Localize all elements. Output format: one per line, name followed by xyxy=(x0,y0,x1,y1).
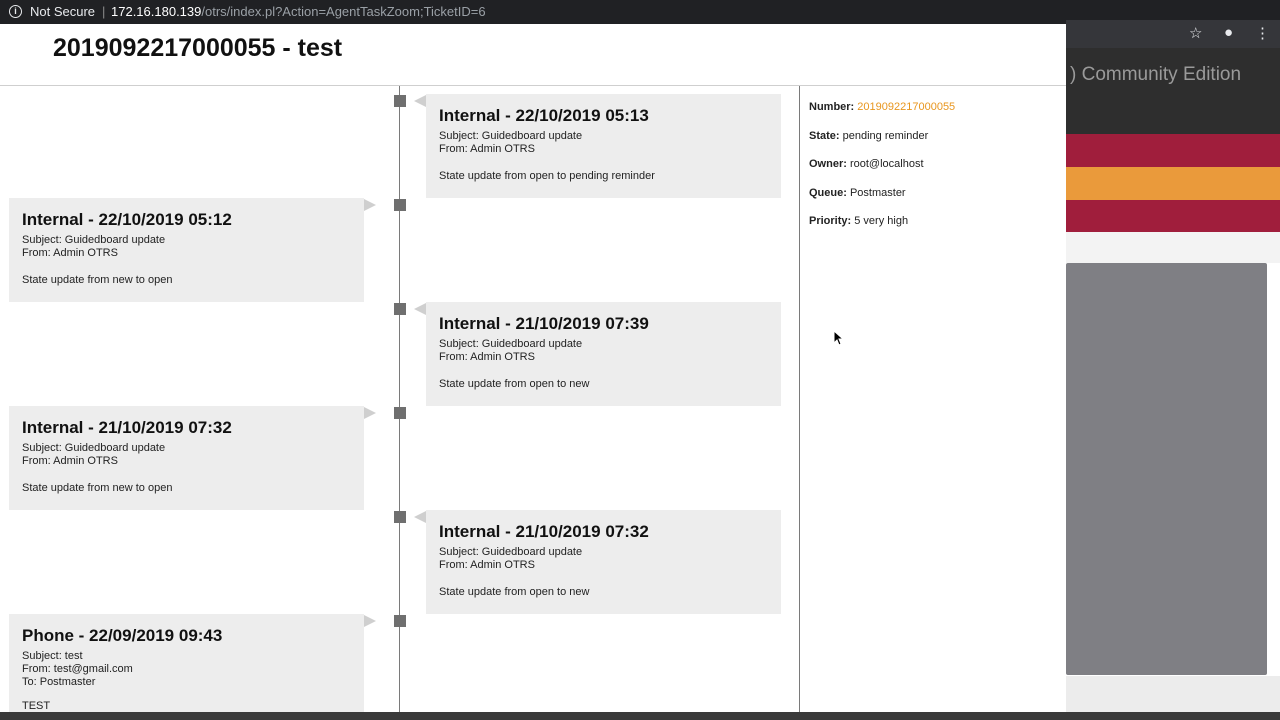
account-icon[interactable]: ● xyxy=(1224,24,1233,41)
item-subject: Subject: test xyxy=(22,650,83,662)
background-app-header xyxy=(1066,48,1280,134)
background-header-text: ) Community Edition xyxy=(1070,64,1242,85)
item-body: TEST xyxy=(22,700,51,712)
detail-number: Number: 2019092217000055 xyxy=(809,101,1066,130)
detail-label: Number: xyxy=(809,101,855,113)
item-subject: Subject: Guidedboard update xyxy=(439,338,583,350)
detail-label: State: xyxy=(809,129,840,142)
detail-label: Priority: xyxy=(809,215,852,227)
mouse-cursor-icon xyxy=(833,330,843,346)
item-from: From: Admin OTRS xyxy=(439,143,535,155)
card-pointer xyxy=(364,407,376,419)
item-from: From: test@gmail.com xyxy=(22,663,133,675)
timeline-node xyxy=(394,303,406,315)
item-title: Internal - 21/10/2019 07:39 xyxy=(439,314,649,333)
timeline-node xyxy=(394,199,406,211)
url-host: 172.16.180.139 xyxy=(111,4,202,19)
item-body: State update from new to open xyxy=(22,482,173,494)
timeline-item[interactable]: Internal - 21/10/2019 07:32 Subject: Gui… xyxy=(9,406,364,510)
timeline-node xyxy=(394,407,406,419)
card-pointer xyxy=(364,615,376,627)
detail-label: Owner: xyxy=(809,158,847,170)
popup-window: i Not Secure | 172.16.180.139/otrs/index… xyxy=(0,0,1066,712)
item-from: From: Admin OTRS xyxy=(439,351,535,363)
item-title: Internal - 21/10/2019 07:32 xyxy=(22,418,232,437)
ticket-header: 2019092217000055 - test xyxy=(0,24,1066,86)
timeline-node xyxy=(394,511,406,523)
star-icon[interactable]: ☆ xyxy=(1189,24,1202,42)
item-from: From: Admin OTRS xyxy=(439,559,535,571)
timeline-item[interactable]: Internal - 21/10/2019 07:39 Subject: Gui… xyxy=(426,302,781,406)
timeline-item[interactable]: Internal - 22/10/2019 05:12 Subject: Gui… xyxy=(9,198,364,302)
background-stripe-1 xyxy=(1066,134,1280,167)
background-toolbar xyxy=(1066,20,1280,48)
background-tabstrip xyxy=(1066,0,1280,20)
detail-queue: Queue: Postmaster xyxy=(809,187,1066,216)
ticket-timeline[interactable]: Internal - 22/10/2019 05:13 Subject: Gui… xyxy=(0,86,800,712)
item-body: State update from open to pending remind… xyxy=(439,170,655,182)
item-title: Internal - 22/10/2019 05:13 xyxy=(439,106,649,125)
timeline-item[interactable]: Phone - 22/09/2019 09:43 Subject: test F… xyxy=(9,614,364,712)
address-bar[interactable]: i Not Secure | 172.16.180.139/otrs/index… xyxy=(0,0,1066,24)
item-body: State update from open to new xyxy=(439,586,590,598)
item-body: State update from open to new xyxy=(439,378,590,390)
info-icon[interactable]: i xyxy=(9,5,22,18)
detail-label: Queue: xyxy=(809,186,847,199)
taskbar xyxy=(0,712,1280,720)
detail-value: Postmaster xyxy=(849,186,906,199)
detail-state: State: pending reminder xyxy=(809,130,1066,159)
item-subject: Subject: Guidedboard update xyxy=(22,234,166,246)
detail-value: 5 very high xyxy=(854,215,909,227)
background-browser-window: ☆ ● ⋮ ) Community Edition xyxy=(1066,0,1280,720)
url-separator: | xyxy=(102,4,106,19)
background-stripe-2 xyxy=(1066,167,1280,200)
url-path: /otrs/index.pl?Action=AgentTaskZoom;Tick… xyxy=(201,4,486,19)
detail-owner: Owner: root@localhost xyxy=(809,158,1066,187)
item-from: From: Admin OTRS xyxy=(22,247,118,259)
detail-value: pending reminder xyxy=(842,129,929,142)
ticket-details-panel: Number: 2019092217000055 State: pending … xyxy=(799,86,1066,712)
timeline-item[interactable]: Internal - 22/10/2019 05:13 Subject: Gui… xyxy=(426,94,781,198)
detail-priority: Priority: 5 very high xyxy=(809,215,1066,244)
item-title: Phone - 22/09/2019 09:43 xyxy=(22,626,223,645)
item-from: From: Admin OTRS xyxy=(22,455,118,467)
item-to: To: Postmaster xyxy=(22,676,96,688)
page-title: 2019092217000055 - test xyxy=(53,34,343,62)
item-title: Internal - 21/10/2019 07:32 xyxy=(439,522,649,541)
card-pointer xyxy=(414,95,426,107)
timeline-node xyxy=(394,615,406,627)
detail-value: root@localhost xyxy=(849,158,924,170)
card-pointer xyxy=(414,303,426,315)
background-content-panel xyxy=(1066,263,1267,675)
url-text[interactable]: 172.16.180.139/otrs/index.pl?Action=Agen… xyxy=(111,4,486,19)
item-subject: Subject: Guidedboard update xyxy=(439,130,583,142)
item-subject: Subject: Guidedboard update xyxy=(22,442,166,454)
card-pointer xyxy=(364,199,376,211)
security-label: Not Secure xyxy=(30,4,96,19)
timeline-node xyxy=(394,95,406,107)
timeline-item[interactable]: Internal - 21/10/2019 07:32 Subject: Gui… xyxy=(426,510,781,614)
ticket-number-link[interactable]: 2019092217000055 xyxy=(857,101,955,113)
item-subject: Subject: Guidedboard update xyxy=(439,546,583,558)
background-stripe-3 xyxy=(1066,200,1280,233)
more-vert-icon[interactable]: ⋮ xyxy=(1255,24,1270,42)
background-toolbar-strip xyxy=(1066,232,1280,263)
item-body: State update from new to open xyxy=(22,274,173,286)
item-title: Internal - 22/10/2019 05:12 xyxy=(22,210,232,229)
card-pointer xyxy=(414,511,426,523)
